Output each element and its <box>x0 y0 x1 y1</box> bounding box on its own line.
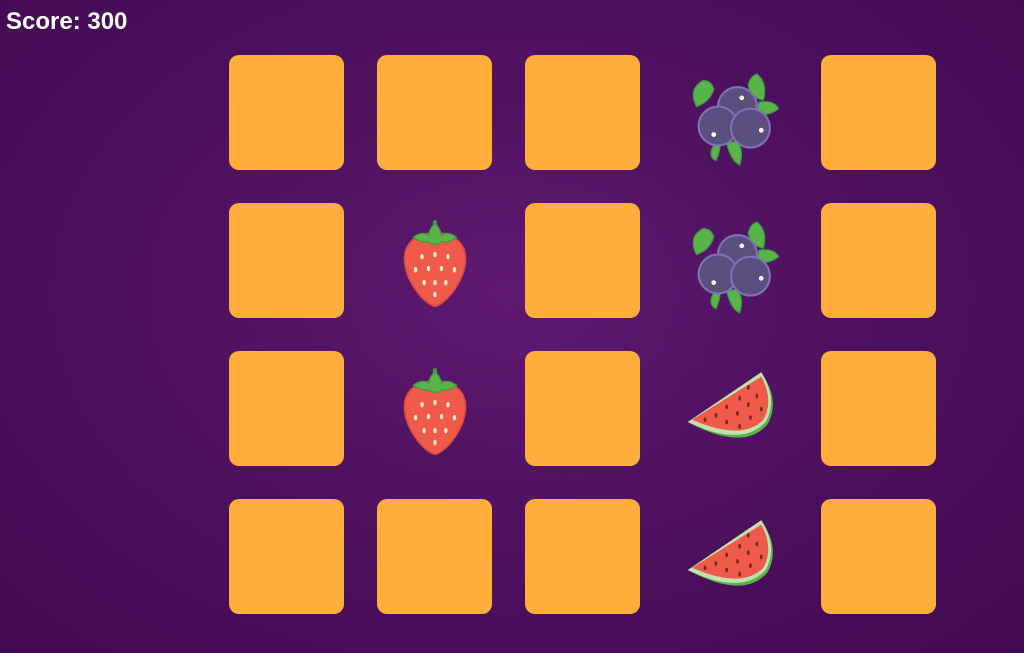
card-watermelon-r3-c4[interactable] <box>673 351 788 466</box>
card-board <box>229 55 937 615</box>
strawberry-icon <box>381 355 489 463</box>
strawberry-icon <box>381 207 489 315</box>
card-watermelon-r4-c4[interactable] <box>673 499 788 614</box>
card-back-r2-c5[interactable] <box>821 203 936 318</box>
score-display: Score: 300 <box>6 8 128 35</box>
blueberries-icon <box>677 59 785 167</box>
card-back-r4-c2[interactable] <box>377 499 492 614</box>
card-back-r3-c1[interactable] <box>229 351 344 466</box>
card-blueberries-r1-c4[interactable] <box>673 55 788 170</box>
card-back-r3-c5[interactable] <box>821 351 936 466</box>
card-back-r4-c5[interactable] <box>821 499 936 614</box>
watermelon-icon <box>677 355 785 463</box>
card-strawberry-r3-c2[interactable] <box>377 351 492 466</box>
card-strawberry-r2-c2[interactable] <box>377 203 492 318</box>
card-back-r2-c3[interactable] <box>525 203 640 318</box>
card-back-r3-c3[interactable] <box>525 351 640 466</box>
watermelon-icon <box>677 503 785 611</box>
card-back-r2-c1[interactable] <box>229 203 344 318</box>
card-back-r4-c1[interactable] <box>229 499 344 614</box>
card-back-r1-c2[interactable] <box>377 55 492 170</box>
card-back-r1-c1[interactable] <box>229 55 344 170</box>
card-back-r4-c3[interactable] <box>525 499 640 614</box>
card-back-r1-c5[interactable] <box>821 55 936 170</box>
blueberries-icon <box>677 207 785 315</box>
card-blueberries-r2-c4[interactable] <box>673 203 788 318</box>
card-back-r1-c3[interactable] <box>525 55 640 170</box>
